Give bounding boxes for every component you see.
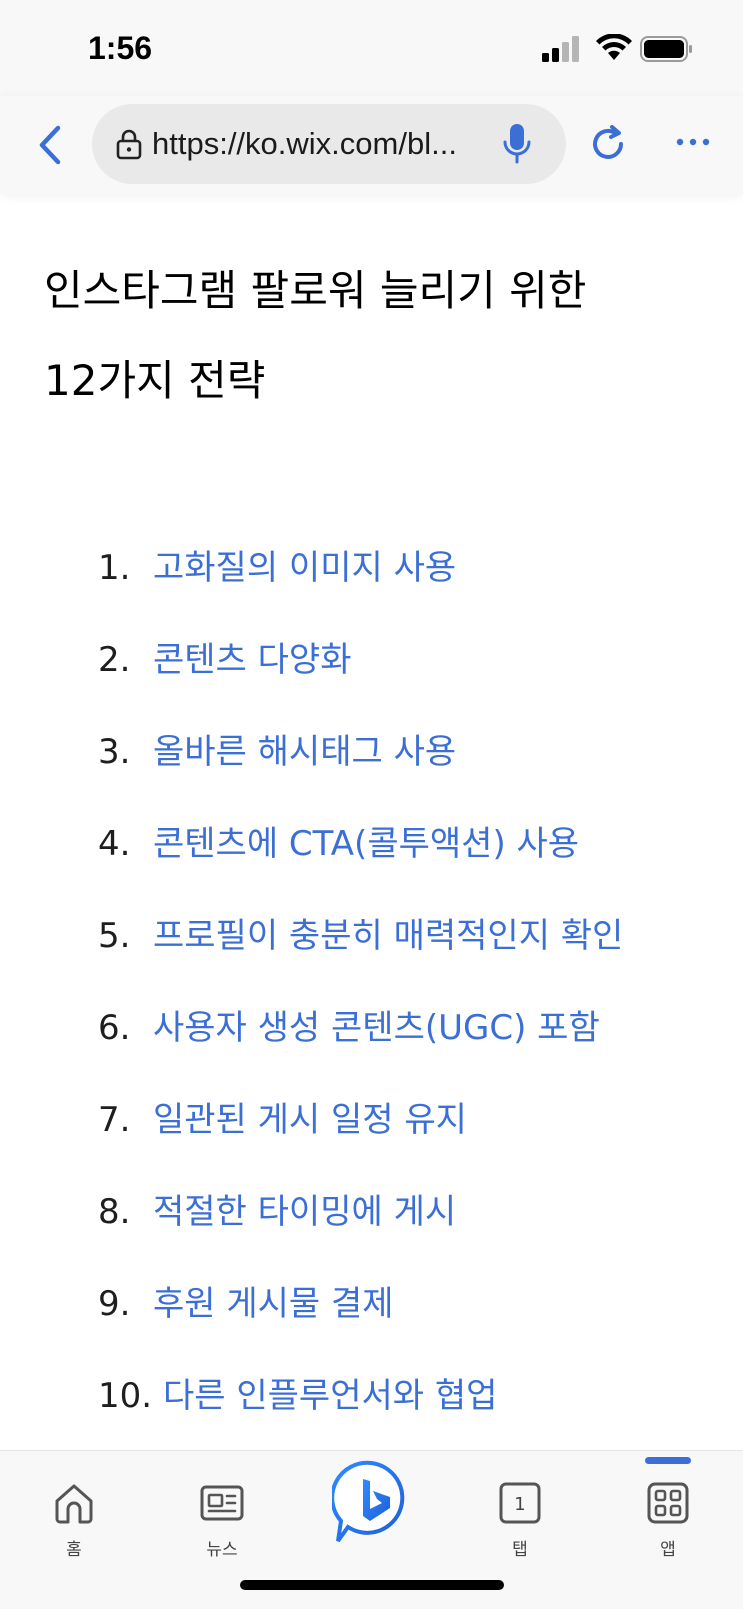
toc-item: 9. 후원 게시물 결제 <box>0 1274 743 1366</box>
toc-number: 7. <box>98 1100 131 1140</box>
page-title-line2: 12가지 전략 <box>44 356 266 405</box>
news-icon <box>200 1485 244 1521</box>
toc-number: 4. <box>98 824 131 864</box>
tabs-icon: 1 <box>499 1482 541 1524</box>
toc-item: 8. 적절한 타이밍에 게시 <box>0 1182 743 1274</box>
page-title: 인스타그램 팔로워 늘리기 위한 12가지 전략 <box>44 246 704 426</box>
toc-item: 5. 프로필이 충분히 매력적인지 확인 <box>0 906 743 998</box>
toc-item: 1. 고화질의 이미지 사용 <box>0 538 743 630</box>
toc-number: 3. <box>98 732 131 772</box>
toc-number: 2. <box>98 640 131 680</box>
nav-news-label: 뉴스 <box>206 1540 238 1560</box>
toc-number: 9. <box>98 1284 131 1324</box>
toc-number: 5. <box>98 916 131 956</box>
nav-home-label: 홈 <box>66 1540 82 1560</box>
nav-tabs[interactable]: 1 탭 <box>460 1451 580 1571</box>
home-indicator <box>240 1580 504 1590</box>
toc-item: 4. 콘텐츠에 CTA(콜투액션) 사용 <box>0 814 743 906</box>
mic-icon[interactable] <box>502 122 532 166</box>
toc-item: 2. 콘텐츠 다양화 <box>0 630 743 722</box>
nav-home[interactable]: 홈 <box>14 1451 134 1571</box>
apps-grid-icon <box>647 1482 689 1524</box>
cellular-signal-icon <box>542 36 579 62</box>
toc-item: 3. 올바른 해시태그 사용 <box>0 722 743 814</box>
toc-link[interactable]: 프로필이 충분히 매력적인지 확인 <box>153 906 623 966</box>
toc-link[interactable]: 다른 인플루언서와 협업 <box>163 1366 497 1426</box>
refresh-icon[interactable] <box>588 124 628 164</box>
address-bar[interactable]: https://ko.wix.com/bl... <box>92 104 566 184</box>
nav-tabs-label: 탭 <box>512 1540 528 1560</box>
lock-icon <box>116 129 142 160</box>
toc-item: 6. 사용자 생성 콘텐츠(UGC) 포함 <box>0 998 743 1090</box>
toc-item: 7. 일관된 게시 일정 유지 <box>0 1090 743 1182</box>
toc-link[interactable]: 올바른 해시태그 사용 <box>153 722 456 782</box>
status-bar: 1:56 <box>0 0 743 96</box>
back-icon[interactable] <box>32 122 72 168</box>
battery-icon <box>640 36 692 62</box>
tabs-count: 1 <box>514 1494 525 1515</box>
wifi-icon <box>596 34 632 60</box>
toc-link[interactable]: 콘텐츠에 CTA(콜투액션) 사용 <box>153 814 579 874</box>
bing-copilot-icon[interactable] <box>332 1459 410 1547</box>
page-title-line1: 인스타그램 팔로워 늘리기 위한 <box>44 266 587 315</box>
nav-news[interactable]: 뉴스 <box>162 1451 282 1571</box>
toc-item: 10. 다른 인플루언서와 협업 <box>0 1366 743 1458</box>
nav-apps-label: 앱 <box>660 1540 676 1560</box>
toc-link[interactable]: 고화질의 이미지 사용 <box>153 538 456 598</box>
toc-number: 10. <box>98 1376 153 1416</box>
toc-link[interactable]: 사용자 생성 콘텐츠(UGC) 포함 <box>153 998 600 1058</box>
status-time: 1:56 <box>88 30 153 66</box>
table-of-contents: 1. 고화질의 이미지 사용 2. 콘텐츠 다양화 3. 올바른 해시태그 사용… <box>0 538 743 1458</box>
url-text[interactable]: https://ko.wix.com/bl... <box>152 124 482 164</box>
nav-apps[interactable]: 앱 <box>608 1451 728 1571</box>
toc-number: 6. <box>98 1008 131 1048</box>
more-icon[interactable] <box>676 134 710 150</box>
toc-number: 1. <box>98 548 131 588</box>
toc-number: 8. <box>98 1192 131 1232</box>
toc-link[interactable]: 적절한 타이밍에 게시 <box>153 1182 456 1242</box>
browser-toolbar: https://ko.wix.com/bl... <box>0 96 743 194</box>
toc-link[interactable]: 일관된 게시 일정 유지 <box>153 1090 467 1150</box>
toc-link[interactable]: 후원 게시물 결제 <box>153 1274 394 1334</box>
toc-link[interactable]: 콘텐츠 다양화 <box>153 630 352 690</box>
home-icon <box>55 1484 93 1524</box>
